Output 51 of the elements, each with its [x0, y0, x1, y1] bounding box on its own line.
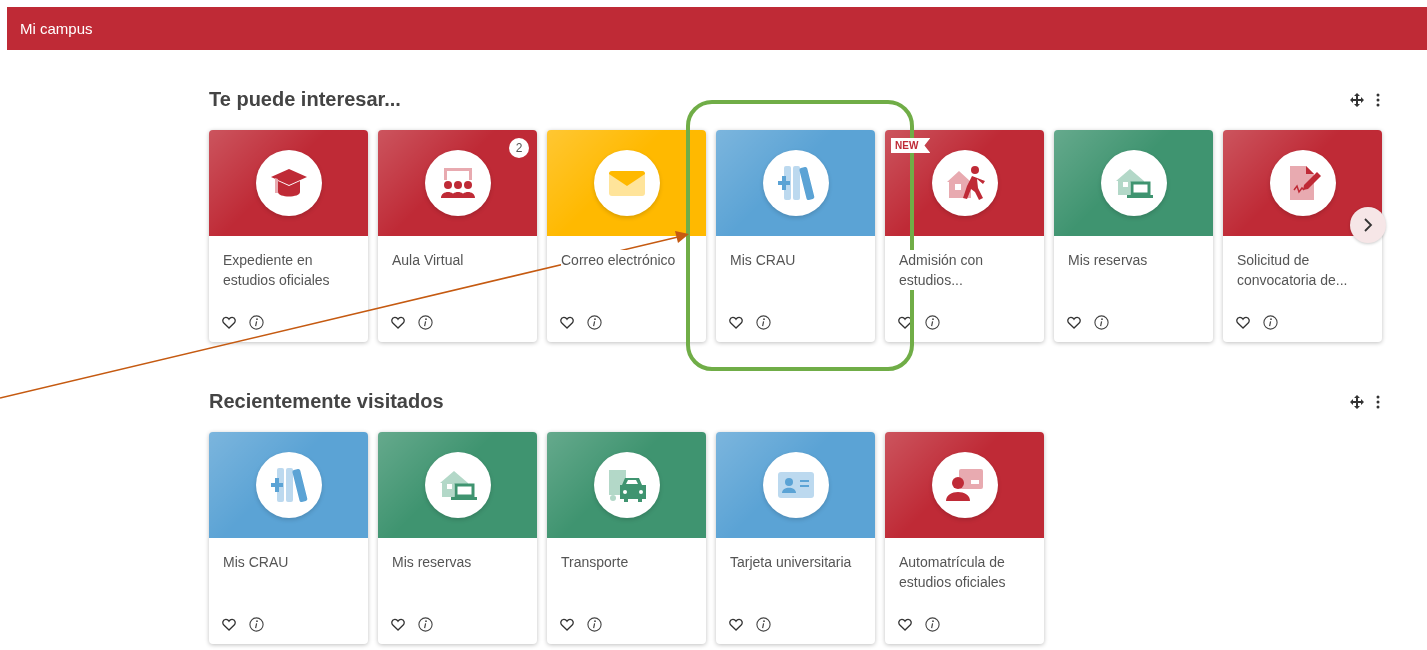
app-card[interactable]: Transporte: [547, 432, 706, 644]
info-icon[interactable]: [418, 617, 433, 632]
more-options-icon[interactable]: [1376, 92, 1380, 107]
teacher-board-icon: [944, 467, 985, 503]
app-card[interactable]: Mis reservas: [1054, 130, 1213, 342]
info-icon[interactable]: [418, 315, 433, 330]
info-icon[interactable]: [587, 617, 602, 632]
info-icon[interactable]: [1094, 315, 1109, 330]
id-card-icon: [776, 470, 815, 500]
heart-icon[interactable]: [729, 618, 743, 631]
heart-icon[interactable]: [898, 618, 912, 631]
page-title: Mi campus: [20, 20, 93, 37]
move-icon[interactable]: [1350, 92, 1364, 107]
app-card[interactable]: Correo electrónico: [547, 130, 706, 342]
app-card[interactable]: Automatrícula de estudios oficiales: [885, 432, 1044, 644]
info-icon[interactable]: [925, 315, 940, 330]
heart-icon[interactable]: [560, 316, 574, 329]
info-icon[interactable]: [249, 617, 264, 632]
heart-icon[interactable]: [560, 618, 574, 631]
books-icon: [268, 466, 309, 504]
heart-icon[interactable]: [1236, 316, 1250, 329]
heart-icon[interactable]: [1067, 316, 1081, 329]
info-icon[interactable]: [249, 315, 264, 330]
more-options-icon[interactable]: [1376, 394, 1380, 409]
heart-icon[interactable]: [729, 316, 743, 329]
app-card[interactable]: NEW Admisión con estudios...: [885, 130, 1044, 342]
app-card[interactable]: Solicitud de convocatoria de...: [1223, 130, 1382, 342]
new-tag: NEW: [891, 138, 931, 153]
move-icon[interactable]: [1350, 394, 1364, 409]
info-icon[interactable]: [756, 617, 771, 632]
info-icon[interactable]: [587, 315, 602, 330]
heart-icon[interactable]: [391, 316, 405, 329]
heart-icon[interactable]: [391, 618, 405, 631]
notification-count: 2: [509, 138, 529, 158]
heart-icon[interactable]: [898, 316, 912, 329]
envelope-icon: [607, 169, 646, 197]
books-icon: [775, 164, 816, 202]
info-icon[interactable]: [756, 315, 771, 330]
app-card[interactable]: Mis reservas: [378, 432, 537, 644]
app-card[interactable]: 2 Aula Virtual: [378, 130, 537, 342]
app-card[interactable]: Mis CRAU: [209, 432, 368, 644]
app-card[interactable]: Expediente en estudios oficiales: [209, 130, 368, 342]
app-card[interactable]: Tarjeta universitaria: [716, 432, 875, 644]
section-title: Recientemente visitados: [209, 390, 444, 413]
app-card[interactable]: Mis CRAU: [716, 130, 875, 342]
heart-icon[interactable]: [222, 316, 236, 329]
info-icon[interactable]: [1263, 315, 1278, 330]
heart-icon[interactable]: [222, 618, 236, 631]
info-icon[interactable]: [925, 617, 940, 632]
section-title: Te puede interesar...: [209, 88, 401, 111]
chevron-right-icon: [1363, 218, 1373, 232]
